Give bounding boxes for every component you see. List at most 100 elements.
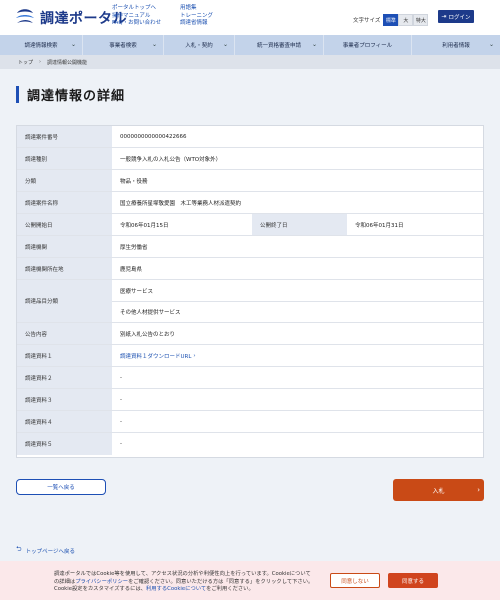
row-label: 調達資料１ <box>17 345 112 366</box>
table-row: 調達案件名称 国立療養所星塚敬愛園 木工等業務人材派遣契約 <box>17 192 483 214</box>
site-header: 調達ポータル ポータルトップへ 操作マニュアル FAQ・お問い合わせ 用語集 ト… <box>0 0 500 35</box>
nav-label: 事業者検索 <box>109 43 137 49</box>
back-to-list-button[interactable]: 一覧へ戻る <box>16 479 106 495</box>
chevron-down-icon: ⌄ <box>311 41 317 48</box>
nav-label: 利用者情報 <box>442 43 470 49</box>
faq-link[interactable]: FAQ・お問い合わせ <box>112 20 161 28</box>
bid-button[interactable]: 入札 › <box>393 479 484 501</box>
page-title-block: 調達情報の詳細 <box>16 86 126 104</box>
chevron-down-icon: ⌄ <box>488 41 494 48</box>
row-label: 調達品目分類 <box>17 280 112 322</box>
table-row: 調達案件番号 0000000000000422666 <box>17 126 483 148</box>
document-3-value: - <box>120 396 122 403</box>
chevron-down-icon: ⌄ <box>222 41 228 48</box>
document-2-value: - <box>120 374 122 381</box>
row-label: 調達資料５ <box>17 433 112 455</box>
cookie-banner: 調達ポータルではCookie等を使用して、アクセス状況の分析や利便性向上を行って… <box>0 561 500 600</box>
nav-qualification[interactable]: 統一資格審査申請 ⌄ <box>235 35 324 55</box>
case-number-value: 0000000000000422666 <box>120 133 187 140</box>
nav-label: 調達情報検索 <box>24 43 58 49</box>
training-link[interactable]: トレーニング <box>180 13 213 21</box>
org-value: 厚生労働省 <box>120 244 148 251</box>
row-label: 調達資料２ <box>17 367 112 388</box>
nav-label: 事業者プロフィール <box>342 43 393 49</box>
row-label: 公開開始日 <box>17 214 112 235</box>
table-row: 調達資料１ 調達資料１ダウンロードURL › <box>17 345 483 367</box>
nav-user-info[interactable]: 利用者情報 ⌄ <box>412 35 500 55</box>
ministry-info-link[interactable]: 調達省情報 <box>180 20 213 28</box>
row-label: 公告内容 <box>17 323 112 344</box>
item-category-value: その他人材提供サービス <box>112 301 483 322</box>
table-row: 公告内容 別紙入札公告のとおり <box>17 323 483 345</box>
item-category-value: 医療サービス <box>120 288 154 295</box>
row-label: 調達案件番号 <box>17 126 112 147</box>
header-links-primary: ポータルトップへ 操作マニュアル FAQ・お問い合わせ <box>112 5 161 28</box>
notice-value: 別紙入札公告のとおり <box>120 331 176 338</box>
nav-bid-contract[interactable]: 入札・契約 ⌄ <box>164 35 235 55</box>
row-label: 調達種別 <box>17 148 112 169</box>
nav-business-profile[interactable]: 事業者プロフィール <box>324 35 412 55</box>
chevron-down-icon: ⌄ <box>70 41 76 48</box>
row-label: 調達資料４ <box>17 411 112 432</box>
table-row: 調達資料５ - <box>17 433 483 455</box>
main-nav: 調達情報検索 ⌄ 事業者検索 ⌄ 入札・契約 ⌄ 統一資格審査申請 ⌄ 事業者プロフィー… <box>0 35 500 55</box>
table-row: 調達種別 一般競争入札の入札公告（WTO対象外） <box>17 148 483 170</box>
bid-button-label: 入札 <box>432 487 445 495</box>
row-label: 調達案件名称 <box>17 192 112 213</box>
table-row: 分類 物品・役務 <box>17 170 483 192</box>
nav-label: 入札・契約 <box>185 43 213 49</box>
chevron-down-icon: ⌄ <box>151 41 157 48</box>
page-title: 調達情報の詳細 <box>27 89 126 104</box>
document-link-label: 調達資料１ダウンロードURL <box>120 353 192 360</box>
nav-business-search[interactable]: 事業者検索 ⌄ <box>83 35 164 55</box>
row-label: 調達機関所在地 <box>17 258 112 279</box>
nav-procurement-search[interactable]: 調達情報検索 ⌄ <box>0 35 83 55</box>
cookie-settings-link[interactable]: 利用するCookieについて <box>146 586 206 592</box>
glossary-link[interactable]: 用語集 <box>180 5 213 13</box>
row-label: 調達機関 <box>17 236 112 257</box>
login-icon: ⇥ <box>441 13 447 20</box>
document-4-value: - <box>120 418 122 425</box>
cookie-message: 調達ポータルではCookie等を使用して、アクセス状況の分析や利便性向上を行って… <box>54 571 314 594</box>
login-label: ログイン <box>448 14 471 21</box>
table-row: 調達品目分類 医療サービス その他人材提供サービス <box>17 280 483 323</box>
table-row: 公開開始日 令和06年01月15日 公開終了日 令和06年01月31日 <box>17 214 483 236</box>
nav-label: 統一資格審査申請 <box>256 43 301 49</box>
breadcrumb-current: 調達情報公開機能 <box>47 59 88 66</box>
item-category-list: 医療サービス その他人材提供サービス <box>112 280 483 322</box>
start-date-value: 令和06年01月15日 <box>120 222 169 229</box>
breadcrumb: トップ › 調達情報公開機能 <box>0 55 500 69</box>
location-value: 鹿児島県 <box>120 266 143 273</box>
table-row: 調達資料２ - <box>17 367 483 389</box>
chevron-right-icon: › <box>477 486 480 494</box>
table-row: 調達機関所在地 鹿児島県 <box>17 258 483 280</box>
chevron-right-icon: › <box>39 59 42 65</box>
row-label: 調達資料３ <box>17 389 112 410</box>
document-5-value: - <box>120 441 122 447</box>
font-size-control: 文字サイズ 標準 大 特大 <box>353 14 429 26</box>
header-links-secondary: 用語集 トレーニング 調達省情報 <box>180 5 213 28</box>
font-size-xlarge-button[interactable]: 特大 <box>413 14 429 26</box>
category-value: 物品・役務 <box>120 178 148 185</box>
top-link-label: トップページへ戻る <box>25 548 76 555</box>
table-row: 調達資料４ - <box>17 411 483 433</box>
font-size-large-button[interactable]: 大 <box>398 14 414 26</box>
cookie-accept-button[interactable]: 同意する <box>388 573 438 588</box>
site-logo[interactable]: 調達ポータル <box>14 8 127 28</box>
table-row: 調達機関 厚生労働省 <box>17 236 483 258</box>
manual-link[interactable]: 操作マニュアル <box>112 13 161 21</box>
end-date-value: 令和06年01月31日 <box>355 222 404 229</box>
table-row: 調達資料３ - <box>17 389 483 411</box>
font-size-standard-button[interactable]: 標準 <box>383 14 399 26</box>
login-button[interactable]: ⇥ ログイン <box>438 10 474 23</box>
cookie-decline-button[interactable]: 同意しない <box>330 573 380 588</box>
row-label: 分類 <box>17 170 112 191</box>
document-1-link[interactable]: 調達資料１ダウンロードURL › <box>112 345 483 366</box>
return-arrow-icon: ⮌ <box>16 545 22 553</box>
back-to-top-link[interactable]: ⮌ トップページへ戻る <box>16 545 75 556</box>
breadcrumb-home[interactable]: トップ <box>18 59 33 66</box>
portal-top-link[interactable]: ポータルトップへ <box>112 5 161 13</box>
chevron-right-icon: › <box>193 352 196 359</box>
privacy-policy-link[interactable]: プライバシーポリシー <box>75 579 128 585</box>
type-value: 一般競争入札の入札公告（WTO対象外） <box>120 156 222 163</box>
